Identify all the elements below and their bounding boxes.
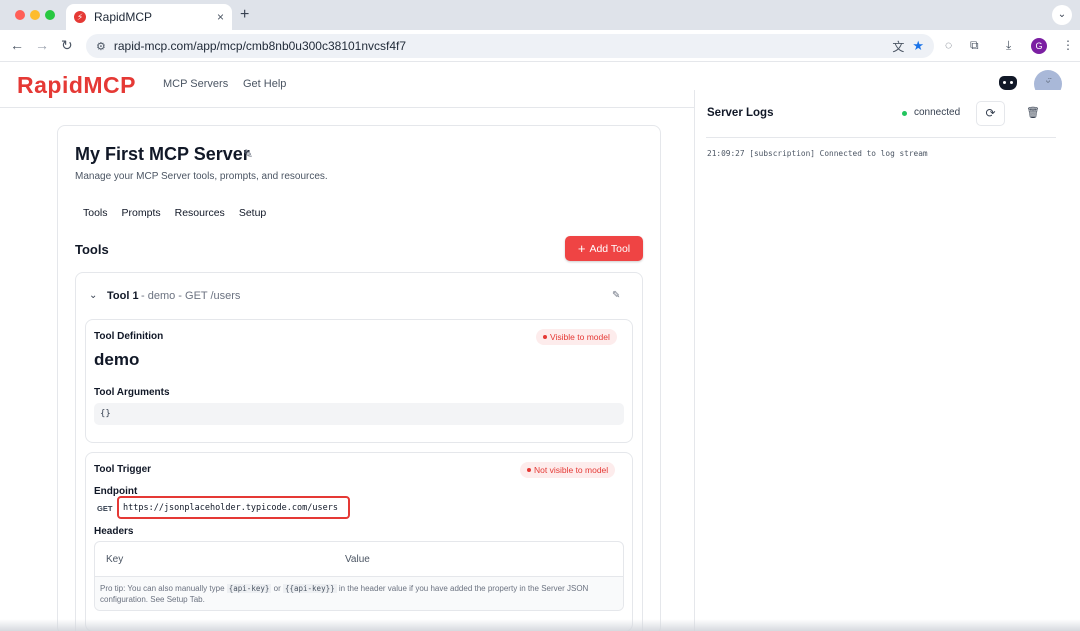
server-logs-panel bbox=[694, 90, 1080, 631]
address-bar[interactable]: ⚙ rapid-mcp.com/app/mcp/cmb8nb0u300c3810… bbox=[86, 34, 934, 58]
tab-resources[interactable]: Resources bbox=[175, 207, 225, 219]
not-visible-to-model-badge: Not visible to model bbox=[520, 462, 616, 478]
browser-tabstrip: ⚡ RapidMCP × + ⌄ bbox=[0, 0, 1080, 30]
visible-to-model-badge: Visible to model bbox=[536, 329, 617, 345]
tool-arguments-label: Tool Arguments bbox=[94, 387, 170, 398]
tab-setup[interactable]: Setup bbox=[239, 207, 266, 219]
maximize-window-icon[interactable] bbox=[45, 10, 55, 20]
browser-toolbar: ← → ↻ ⚙ rapid-mcp.com/app/mcp/cmb8nb0u30… bbox=[0, 30, 1080, 62]
add-tool-button[interactable]: + Add Tool bbox=[565, 236, 643, 261]
tab-title: RapidMCP bbox=[94, 10, 153, 24]
tab-search-chevron-icon[interactable]: ⌄ bbox=[1052, 5, 1072, 25]
header-key-column: Key bbox=[106, 554, 124, 565]
page-subtitle: Manage your MCP Server tools, prompts, a… bbox=[75, 171, 328, 182]
site-info-icon[interactable]: ⚙ bbox=[96, 40, 106, 53]
url-text[interactable]: rapid-mcp.com/app/mcp/cmb8nb0u300c38101n… bbox=[114, 39, 892, 53]
back-arrow-icon[interactable]: ← bbox=[10, 37, 24, 53]
tab-prompts[interactable]: Prompts bbox=[122, 207, 161, 219]
nav-mcp-servers[interactable]: MCP Servers bbox=[163, 78, 228, 90]
protip-text: Pro tip: You can also manually type {api… bbox=[95, 576, 623, 610]
rapidmcp-logo[interactable]: RapidMCP bbox=[17, 72, 136, 99]
translate-icon[interactable]: ⽂ bbox=[892, 38, 904, 55]
server-logs-title: Server Logs bbox=[707, 107, 774, 119]
browser-tab[interactable]: ⚡ RapidMCP × bbox=[66, 4, 232, 30]
more-menu-icon[interactable]: ⋮ bbox=[1062, 38, 1074, 52]
clear-logs-trash-icon[interactable]: 🗑 bbox=[1026, 106, 1040, 119]
chat-bubble-icon[interactable]: ◌ bbox=[945, 38, 952, 52]
browser-profile-avatar[interactable]: G bbox=[1031, 38, 1047, 54]
bookmark-star-icon[interactable]: ★ bbox=[912, 38, 924, 54]
discord-icon[interactable] bbox=[999, 76, 1017, 90]
add-tool-label: Add Tool bbox=[589, 242, 631, 255]
endpoint-url-input[interactable]: https://jsonplaceholder.typicode.com/use… bbox=[117, 496, 350, 519]
tools-section-title: Tools bbox=[75, 242, 109, 257]
edit-title-pencil-icon[interactable]: ✎ bbox=[243, 147, 253, 161]
forward-arrow-icon[interactable]: → bbox=[35, 37, 49, 53]
tab-close-icon[interactable]: × bbox=[217, 10, 224, 24]
tool-name[interactable]: Tool 1 bbox=[107, 290, 139, 302]
close-window-icon[interactable] bbox=[15, 10, 25, 20]
tool-definition-label: Tool Definition bbox=[94, 331, 164, 342]
badge-text: Visible to model bbox=[550, 332, 610, 342]
edit-tool-pencil-icon[interactable]: ✎ bbox=[612, 290, 620, 301]
connected-status-dot-icon bbox=[902, 111, 907, 116]
collapse-chevron-icon[interactable]: ⌄ bbox=[89, 290, 97, 301]
page-title: My First MCP Server bbox=[75, 144, 250, 164]
tool-definition-name: demo bbox=[94, 350, 140, 369]
connection-status: connected bbox=[914, 107, 961, 118]
minimize-window-icon[interactable] bbox=[30, 10, 40, 20]
headers-label: Headers bbox=[94, 526, 134, 537]
refresh-logs-button[interactable]: ⟳ bbox=[976, 101, 1005, 126]
http-method: GET bbox=[97, 504, 113, 513]
header-value-column: Value bbox=[345, 554, 370, 565]
badge-text: Not visible to model bbox=[534, 465, 609, 475]
window-bottom-edge bbox=[0, 619, 1080, 631]
logs-divider bbox=[706, 137, 1056, 138]
tab-tools[interactable]: Tools bbox=[83, 207, 108, 219]
nav-get-help[interactable]: Get Help bbox=[243, 78, 286, 90]
tool-meta: - demo - GET /users bbox=[141, 290, 241, 302]
tool-arguments-value[interactable]: {} bbox=[94, 403, 624, 425]
reload-icon[interactable]: ↻ bbox=[61, 37, 73, 54]
plus-icon: + bbox=[577, 240, 586, 256]
new-tab-button[interactable]: + bbox=[240, 6, 249, 24]
log-line: 21:09:27 [subscription] Connected to log… bbox=[707, 149, 928, 158]
server-tabs: Tools Prompts Resources Setup bbox=[83, 207, 266, 219]
extensions-icon[interactable]: ⧉ bbox=[970, 38, 979, 53]
tool-trigger-label: Tool Trigger bbox=[94, 464, 152, 475]
download-icon[interactable]: ⤓ bbox=[1006, 38, 1011, 53]
headers-table: Key Value Pro tip: You can also manually… bbox=[94, 541, 624, 611]
rapidmcp-favicon-icon: ⚡ bbox=[74, 11, 86, 23]
